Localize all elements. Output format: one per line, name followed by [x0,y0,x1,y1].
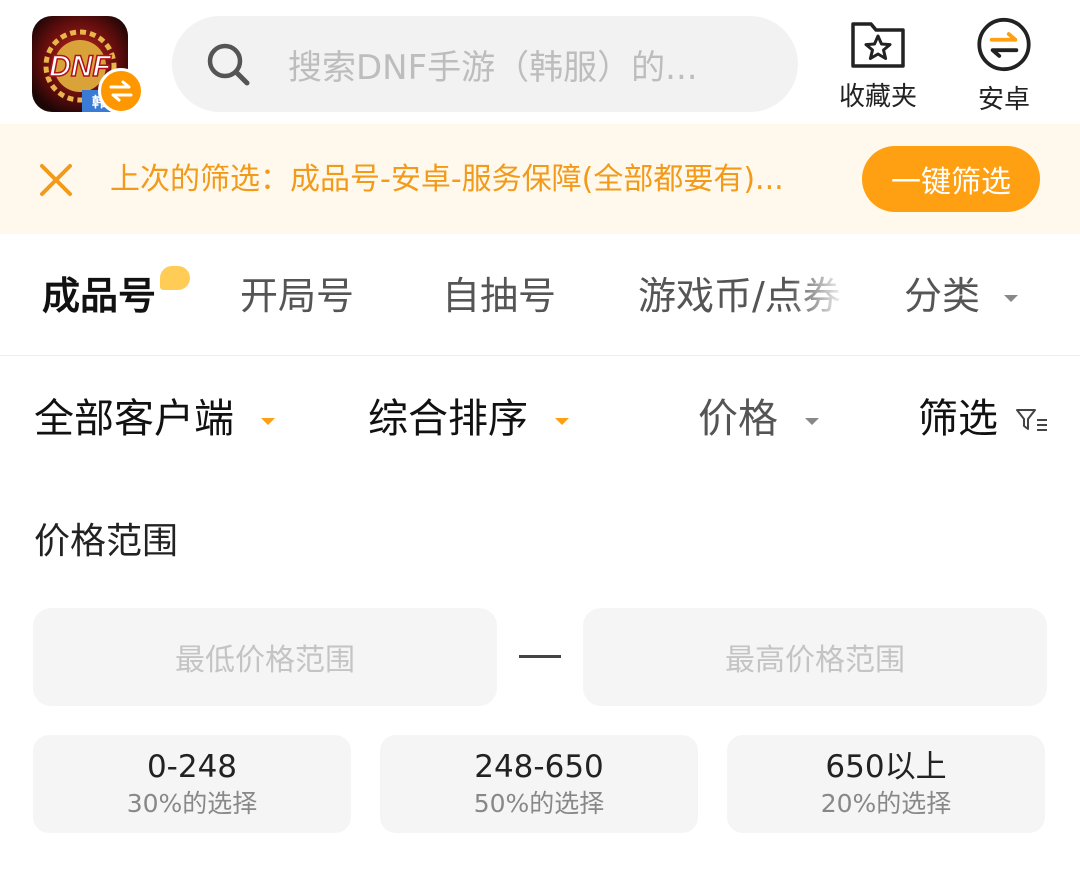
sort-filter[interactable]: 综合排序 [368,390,569,448]
apply-filter-button[interactable]: 一键筛选 [862,146,1040,212]
tab-category-label: 分类 [904,274,981,318]
close-icon[interactable] [36,160,76,200]
star-folder-icon [851,22,905,68]
divider [0,355,1080,356]
tab-fade [790,262,860,332]
filter-button[interactable]: 筛选 [918,390,1049,448]
price-option-low[interactable]: 0-248 30%的选择 [33,735,351,833]
client-filter-label: 全部客户端 [34,396,234,442]
chevron-down-icon [554,417,569,425]
favorites-button[interactable]: 收藏夹 [828,16,928,116]
chevron-down-icon [804,417,819,425]
price-option-mid[interactable]: 248-650 50%的选择 [380,735,698,833]
sort-filter-label: 综合排序 [368,396,528,442]
filter-label: 筛选 [918,396,998,442]
price-filter[interactable]: 价格 [698,390,819,448]
tab-indicator-dot [160,266,190,290]
platform-switch-button[interactable]: 安卓 [954,16,1054,116]
last-filter-text: 上次的筛选：成品号-安卓-服务保障(全部都要有)... [110,162,784,197]
tab-self-draw-account[interactable]: 自抽号 [442,268,556,324]
max-price-input[interactable]: 最高价格范围 [583,608,1047,706]
tab-finished-account[interactable]: 成品号 [42,268,156,324]
chevron-down-icon [1004,295,1019,302]
client-filter[interactable]: 全部客户端 [34,390,275,448]
price-range-title: 价格范围 [34,521,179,562]
price-option-range: 650以上 [825,749,947,785]
tab-starter-account[interactable]: 开局号 [240,268,354,324]
search-input[interactable]: 搜索DNF手游（韩服）的... [288,40,768,89]
price-option-high[interactable]: 650以上 20%的选择 [727,735,1045,833]
switch-badge-icon[interactable] [98,68,144,114]
chevron-down-icon [260,417,275,425]
funnel-icon [1015,409,1047,431]
price-option-share: 50%的选择 [473,789,605,818]
price-option-range: 248-650 [474,749,604,785]
price-option-share: 30%的选择 [126,789,258,818]
platform-label: 安卓 [977,85,1030,115]
search-bar[interactable]: 搜索DNF手游（韩服）的... [172,16,798,112]
search-icon [207,43,250,86]
switch-icon [977,17,1031,72]
tab-category[interactable]: 分类 [904,268,1019,324]
min-price-input[interactable]: 最低价格范围 [33,608,497,706]
range-separator [519,655,561,658]
price-filter-label: 价格 [698,396,778,442]
price-option-share: 20%的选择 [820,789,952,818]
price-option-range: 0-248 [146,749,238,785]
favorites-label: 收藏夹 [838,82,917,112]
